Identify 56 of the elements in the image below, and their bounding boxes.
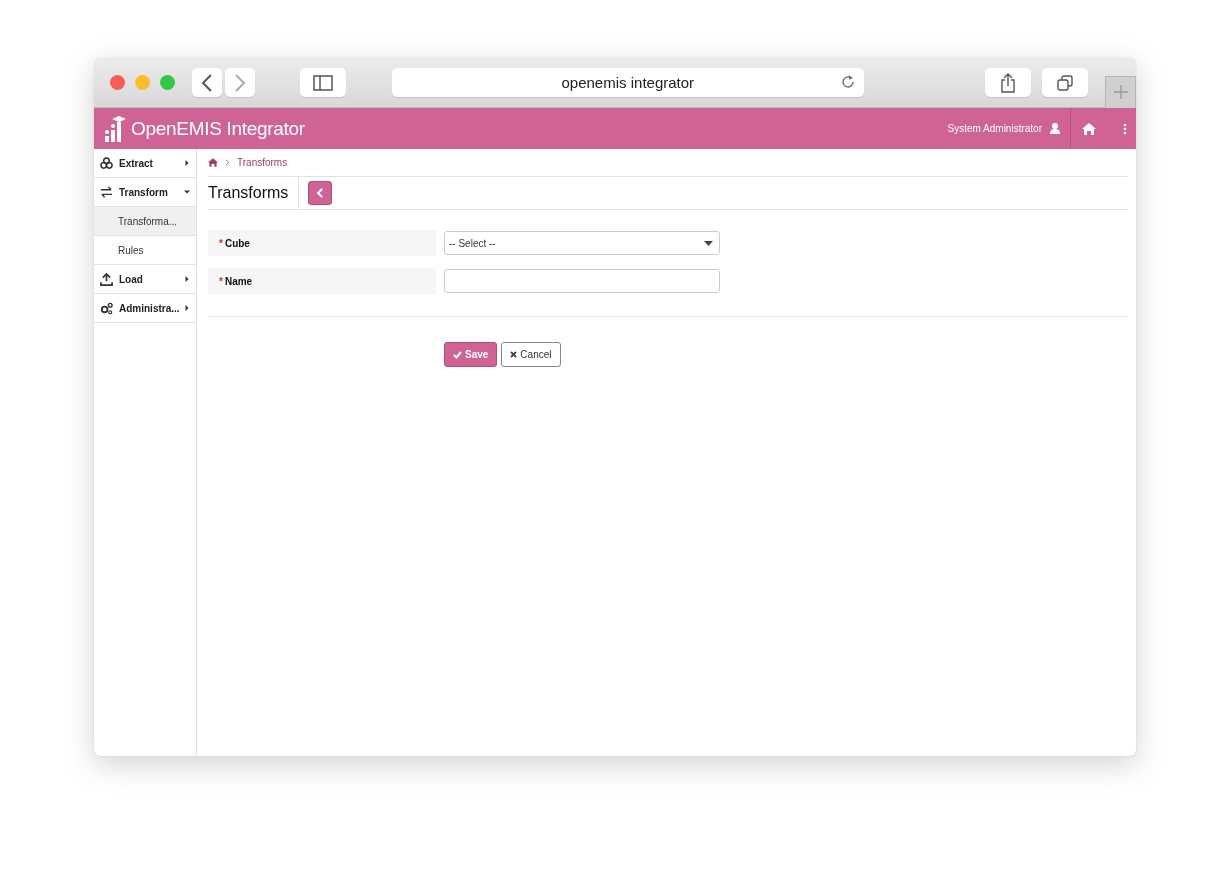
app-title: OpenEMIS Integrator	[131, 117, 305, 140]
plus-icon	[1112, 84, 1129, 100]
caret-icon	[184, 276, 190, 282]
share-button[interactable]	[984, 68, 1031, 97]
close-button[interactable]	[110, 75, 125, 90]
select-value: -- Select --	[449, 237, 496, 249]
cubes-icon	[100, 156, 113, 170]
user-icon	[1050, 123, 1060, 134]
logo-icon	[104, 114, 126, 143]
caret-icon	[184, 189, 190, 195]
arrows-icon	[100, 185, 113, 199]
reload-icon[interactable]	[839, 74, 856, 90]
caret-icon	[704, 240, 713, 246]
cancel-button[interactable]: Cancel	[501, 342, 561, 367]
tabs-button[interactable]	[1041, 68, 1089, 97]
caret-icon	[184, 160, 190, 166]
chevron-left-icon	[200, 73, 213, 92]
home-icon[interactable]	[208, 158, 218, 167]
cube-select[interactable]: -- Select --	[444, 231, 720, 255]
sidebar-label: Administra...	[119, 302, 181, 314]
upload-icon	[100, 272, 113, 286]
sidebar-label: Load	[119, 273, 144, 285]
sidebar-label: Extract	[119, 157, 154, 169]
home-icon[interactable]	[1082, 122, 1096, 135]
new-tab-button[interactable]	[1105, 75, 1136, 108]
chevron-icon	[225, 159, 230, 166]
sidebar-item[interactable]: Extract	[94, 149, 196, 178]
sidebar-button[interactable]	[299, 68, 347, 97]
sidebar-label: Transform	[119, 186, 169, 198]
chevron-left-icon	[316, 188, 325, 198]
sidebar-item[interactable]: Administra...	[94, 294, 196, 323]
name-input[interactable]	[444, 269, 720, 293]
field-label: Name	[224, 275, 253, 287]
back-button[interactable]	[192, 68, 222, 97]
share-icon	[999, 72, 1016, 93]
caret-icon	[184, 305, 190, 311]
close-icon	[510, 351, 518, 358]
user-menu[interactable]: System Administrator	[947, 123, 1042, 134]
back-button[interactable]	[308, 181, 333, 205]
required-mark: *	[219, 275, 223, 287]
chevron-right-icon	[233, 73, 246, 92]
gears-icon	[100, 301, 113, 315]
save-button[interactable]: Save	[444, 342, 498, 367]
address-bar[interactable]: openemis integrator	[392, 68, 864, 97]
field-label: Cube	[224, 237, 250, 249]
required-mark: *	[219, 237, 223, 249]
address-text: openemis integrator	[561, 74, 695, 91]
more-icon[interactable]	[1123, 122, 1127, 135]
sidebar-subitem[interactable]: Rules	[94, 236, 196, 265]
breadcrumb-link[interactable]: Transforms	[237, 157, 288, 168]
sidebar-item[interactable]: Load	[94, 265, 196, 294]
page-title: Transforms	[208, 184, 290, 202]
tabs-icon	[1056, 74, 1073, 91]
check-icon	[453, 350, 462, 359]
sidebar-subitem[interactable]: Transforma...	[94, 207, 196, 236]
sidebar-icon	[312, 74, 333, 91]
